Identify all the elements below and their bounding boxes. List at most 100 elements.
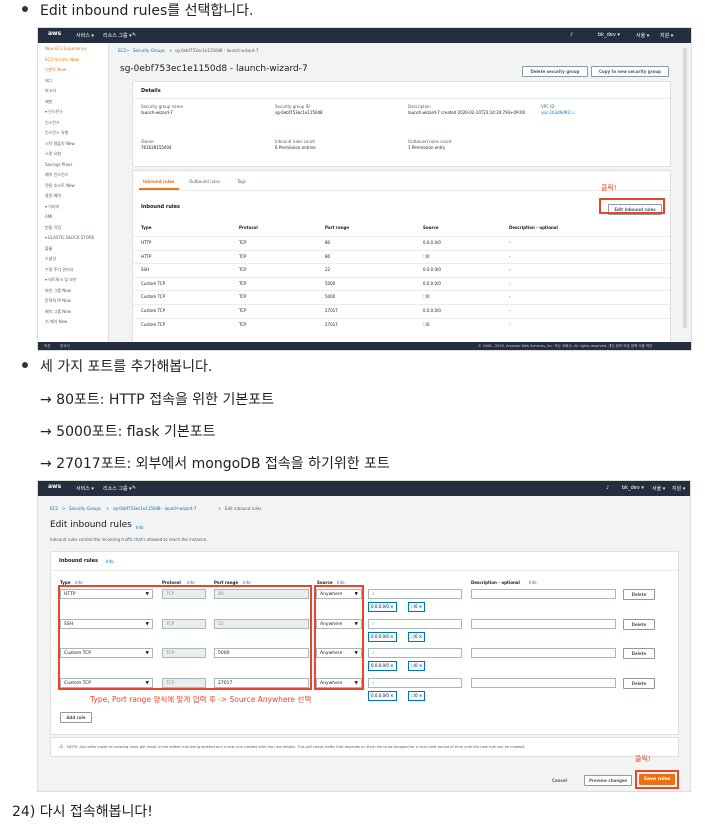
breadcrumb-sg[interactable]: sg-0ebf753ec1e1150d8 - launch-wizard-7 bbox=[113, 506, 196, 511]
info-link[interactable]: Info bbox=[106, 559, 114, 564]
nav-support[interactable]: 지원 ▾ bbox=[660, 32, 673, 39]
sidebar-item[interactable]: EC2 대시보드 New bbox=[45, 57, 79, 63]
cidr-chip-ipv6[interactable]: ::/0 ✕ bbox=[408, 602, 426, 612]
nav-region[interactable]: 서울 ▾ bbox=[652, 485, 665, 492]
breadcrumb-sep: > bbox=[106, 506, 110, 511]
cidr-chip-ipv6[interactable]: ::/0 ✕ bbox=[408, 690, 426, 701]
cidr-chip-ipv4[interactable]: 0.0.0.0/0 ✕ bbox=[368, 690, 397, 701]
cidr-search-input[interactable]: ⌕ bbox=[368, 677, 462, 688]
cidr-chip-ipv4[interactable]: 0.0.0.0/0 ✕ bbox=[368, 631, 397, 642]
search-icon: ⌕ bbox=[372, 680, 375, 686]
cidr-chip-ipv4[interactable]: 0.0.0.0/0 ✕ bbox=[368, 661, 397, 671]
click-annotation: 클릭! bbox=[601, 184, 617, 192]
table-cell: HTTP bbox=[141, 253, 152, 259]
breadcrumb-sep: > bbox=[62, 506, 66, 511]
delete-security-group-button[interactable]: Delete security group bbox=[522, 66, 588, 77]
sidebar-item[interactable]: 이벤트 New bbox=[45, 67, 66, 73]
delete-rule-button[interactable]: Delete bbox=[623, 648, 655, 659]
cidr-chip-ipv6[interactable]: ::/0 ✕ bbox=[408, 631, 426, 642]
bullet-text: Edit inbound rules를 선택합니다. bbox=[40, 3, 254, 19]
table-cell: ::/0 bbox=[423, 321, 430, 327]
cidr-chip-ipv4[interactable]: 0.0.0.0/0 ✕ bbox=[368, 602, 397, 612]
breadcrumb-ec2[interactable]: EC2 bbox=[118, 48, 126, 53]
sidebar-item[interactable]: New EC2 Experience bbox=[45, 46, 86, 51]
nav-services[interactable]: 서비스 ▾ bbox=[76, 485, 94, 492]
cidr-search-input[interactable]: ⌕ bbox=[368, 648, 462, 658]
sidebar-item[interactable]: 보안 그룹 New bbox=[45, 288, 71, 294]
sidebar-item[interactable]: 스냅샷 bbox=[45, 256, 56, 262]
aws-logo[interactable]: aws bbox=[48, 483, 61, 490]
table-cell: TCP bbox=[239, 308, 247, 313]
add-rule-button[interactable]: Add rule bbox=[60, 712, 92, 723]
description-input[interactable] bbox=[471, 648, 616, 658]
nav-resource-groups[interactable]: 리소스 그룹 ▾ bbox=[103, 485, 132, 492]
nav-region[interactable]: 서울 ▾ bbox=[636, 32, 649, 39]
sidebar-item[interactable]: 시작 템플릿 New bbox=[45, 141, 75, 147]
info-link[interactable]: Info bbox=[136, 525, 144, 530]
copy-security-group-button[interactable]: Copy to new security group bbox=[591, 66, 669, 77]
tab-tags[interactable]: Tags bbox=[237, 179, 246, 184]
description-input[interactable] bbox=[471, 589, 616, 599]
table-header: Protocol bbox=[239, 225, 258, 230]
aws-logo[interactable]: aws bbox=[48, 30, 61, 37]
nav-support[interactable]: 지원 ▾ bbox=[672, 485, 685, 492]
cidr-chip-ipv6[interactable]: ::/0 ✕ bbox=[408, 661, 426, 671]
tab-inbound-rules[interactable]: Inbound rules bbox=[143, 179, 174, 184]
pin-icon[interactable]: ✎ bbox=[132, 32, 136, 38]
sidebar-item[interactable]: AMI bbox=[45, 214, 52, 219]
table-cell: 0.0.0.0/0 bbox=[423, 267, 441, 273]
preview-changes-button[interactable]: Preview changes bbox=[584, 775, 632, 786]
sidebar-item[interactable]: 인스턴스 bbox=[45, 120, 60, 126]
feedback-link[interactable]: 의견 bbox=[44, 344, 50, 349]
cidr-search-input[interactable]: ⌕ bbox=[368, 618, 462, 629]
sidebar-item[interactable]: 인스턴스 유형 bbox=[45, 130, 68, 136]
sidebar-item[interactable]: 번들 작업 bbox=[45, 225, 61, 231]
description-input[interactable] bbox=[471, 677, 616, 688]
sidebar-item[interactable]: 수명 주기 관리자 bbox=[45, 267, 73, 273]
sidebar-item[interactable]: 용량 예약 bbox=[45, 193, 61, 199]
detail-value[interactable]: vpc-1b3d9d92 ☐ bbox=[541, 110, 575, 115]
breadcrumb-ec2[interactable]: EC2 bbox=[50, 506, 58, 511]
sidebar-item[interactable]: 볼륨 bbox=[45, 246, 52, 252]
sidebar-item[interactable]: 보고서 bbox=[45, 88, 56, 94]
sidebar-item[interactable]: 태그 bbox=[45, 78, 52, 84]
sidebar-item[interactable]: ▾ 네트워크 및 보안 bbox=[45, 277, 77, 283]
bell-icon[interactable]: ♪ bbox=[570, 32, 573, 38]
nav-user[interactable]: bk_dev ▾ bbox=[622, 485, 644, 491]
sidebar-item[interactable]: 키 페어 New bbox=[45, 319, 67, 325]
breadcrumb-security-groups[interactable]: Security Groups bbox=[133, 48, 165, 53]
table-cell: TCP bbox=[239, 280, 247, 286]
sidebar-item[interactable]: ▾ 이미지 bbox=[45, 204, 59, 210]
console-footer: 의견 한국어 © 2008 - 2020, Amazon Web Service… bbox=[38, 342, 691, 350]
table-row bbox=[133, 290, 670, 303]
delete-rule-button[interactable]: Delete bbox=[623, 618, 655, 630]
bell-icon[interactable]: ♪ bbox=[606, 485, 609, 491]
delete-rule-button[interactable]: Delete bbox=[623, 589, 655, 600]
sidebar-item[interactable]: 스팟 요청 bbox=[45, 151, 61, 157]
sidebar-item[interactable]: 전용 호스트 New bbox=[45, 183, 75, 189]
scrollbar[interactable] bbox=[683, 48, 687, 328]
cancel-button[interactable]: Cancel bbox=[552, 778, 567, 783]
tab-outbound-rules[interactable]: Outbound rules bbox=[189, 179, 220, 184]
language-link[interactable]: 한국어 bbox=[60, 344, 70, 349]
breadcrumb-security-groups[interactable]: Security Groups bbox=[69, 506, 101, 511]
sidebar-item[interactable]: ▾ 인스턴스 bbox=[45, 109, 63, 115]
table-cell: Custom TCP bbox=[141, 321, 166, 327]
detail-value: launch-wizard-7 created 2020-02-10T23:14… bbox=[408, 110, 526, 115]
cidr-search-input[interactable]: ⌕ bbox=[368, 589, 462, 599]
pin-icon[interactable]: ✎ bbox=[132, 485, 136, 491]
nav-user[interactable]: bk_dev ▾ bbox=[598, 32, 620, 38]
sidebar-item[interactable]: ▾ ELASTIC BLOCK STORE bbox=[45, 235, 94, 240]
sidebar-item[interactable]: 예약 인스턴스 bbox=[45, 172, 68, 178]
row-divider bbox=[133, 290, 670, 292]
sidebar-item[interactable]: 배치 그룹 New bbox=[45, 309, 71, 315]
nav-resource-groups[interactable]: 리소스 그룹 ▾ bbox=[103, 32, 132, 39]
info-link[interactable]: Info bbox=[529, 580, 537, 585]
table-row bbox=[133, 277, 670, 290]
nav-services[interactable]: 서비스 ▾ bbox=[76, 32, 94, 39]
sidebar-item[interactable]: 탄력적 IP New bbox=[45, 298, 71, 304]
delete-rule-button[interactable]: Delete bbox=[623, 677, 655, 689]
sidebar-item[interactable]: Savings Plans bbox=[45, 162, 73, 167]
description-input[interactable] bbox=[471, 618, 616, 629]
sidebar-item[interactable]: 제한 bbox=[45, 99, 52, 105]
